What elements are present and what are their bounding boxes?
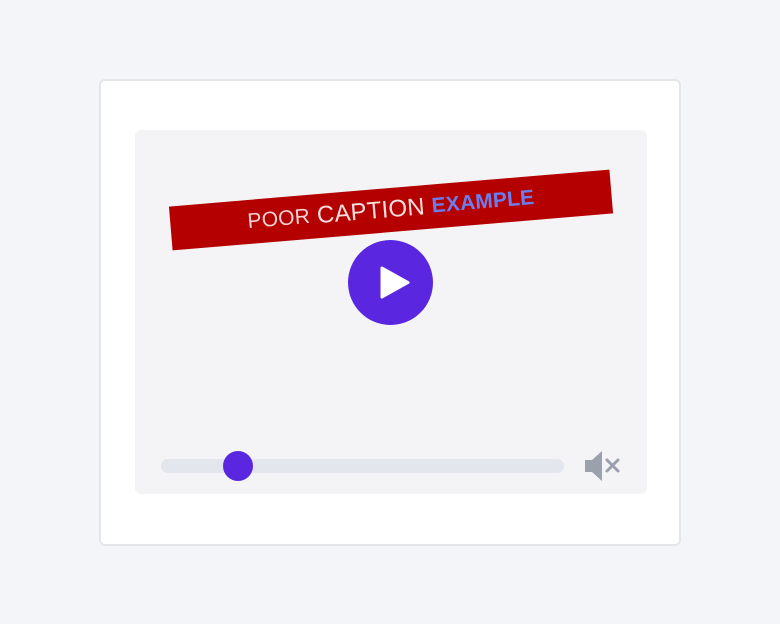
volume-muted-icon (585, 451, 620, 481)
caption-word-caption: CAPTION (315, 193, 426, 230)
play-button[interactable] (348, 240, 433, 325)
mute-button[interactable] (583, 449, 623, 483)
caption-word-poor: POOR (246, 204, 312, 233)
play-icon (380, 266, 410, 299)
seek-bar[interactable] (161, 459, 564, 473)
seek-thumb[interactable] (222, 451, 253, 481)
caption-word-example: EXAMPLE (430, 186, 536, 218)
